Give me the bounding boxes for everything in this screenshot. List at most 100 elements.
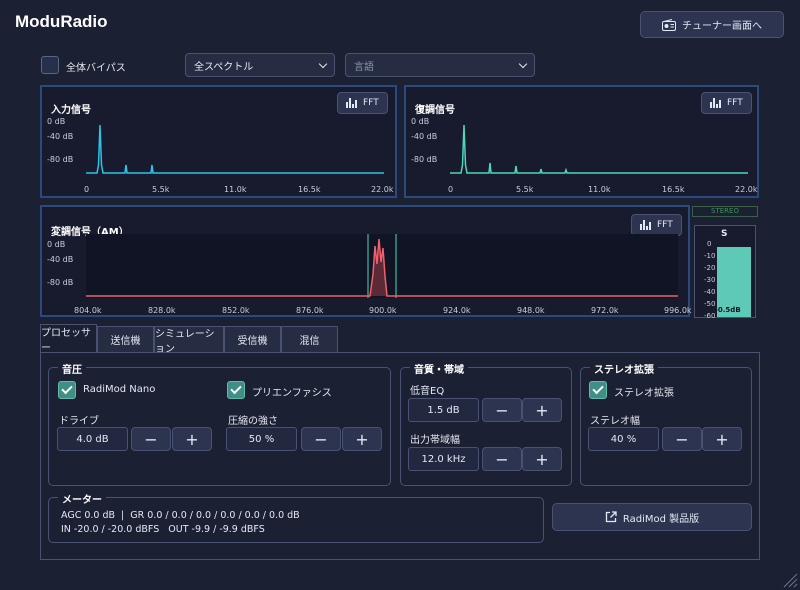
meters-readout-line-2: IN -20.0 / -20.0 dBFS OUT -9.9 / -9.9 dB… [61,524,265,535]
drive-increase-button[interactable]: + [172,427,212,451]
mod-fft-button[interactable]: FFT [631,214,682,236]
compression-group-title: 音圧 [58,361,86,376]
meter-scale-4: -40 [704,288,716,296]
tab-transmitter[interactable]: 送信機 [97,326,154,352]
radimod-product-button[interactable]: RadiMod 製品版 [552,503,752,531]
input-spectrum-trace [86,124,384,174]
tuner-button-label: チューナー画面へ [682,21,762,32]
meter-scale-2: -20 [704,264,716,272]
stereo-width-label: ステレオ幅 [590,416,640,427]
output-x-label-1: 5.5k [516,185,534,194]
modulated-signal-panel: 変調信号（AM） FFT 0 dB -40 dB -80 dB 804.0k 8… [40,205,692,317]
input-y-label-1: -40 dB [47,132,74,141]
output-y-label-0: 0 dB [411,117,430,126]
bandwidth-decrease-button[interactable]: − [482,447,522,471]
chevron-down-icon [518,59,528,68]
input-x-label-3: 16.5k [298,185,321,194]
meters-readout-line-1: AGC 0.0 dB | GR 0.0 / 0.0 / 0.0 / 0.0 / … [61,510,300,521]
bar-chart-icon [640,220,651,230]
stereo-enhance-label: ステレオ拡張 [614,388,674,399]
nano-checkbox[interactable] [58,381,76,399]
tab-simulation[interactable]: シミュレーション [154,326,224,355]
strength-value-field[interactable]: 50 % [226,427,297,451]
strength-increase-button[interactable]: + [342,427,382,451]
output-y-label-2: -80 dB [411,155,438,164]
stereo-width-decrease-button[interactable]: − [662,427,702,451]
input-fft-button[interactable]: FFT [337,92,388,114]
meters-group-title: メーター [58,491,106,506]
bar-chart-icon [346,98,357,108]
spectrum-select-value: 全スペクトル [194,61,254,73]
input-x-label-0: 0 [84,185,90,194]
output-spectrum-plot [450,124,748,174]
output-x-label-2: 11.0k [588,185,611,194]
input-x-label-1: 5.5k [152,185,170,194]
stereo-group-title: ステレオ拡張 [590,361,658,376]
output-x-label-3: 16.5k [662,185,685,194]
output-x-label-4: 22.0k [735,185,758,194]
resize-grip-icon[interactable] [780,570,798,588]
bass-eq-increase-button[interactable]: + [522,398,562,422]
meter-scale-5: -50 [704,300,716,308]
mod-x-label-7: 972.0k [591,306,619,315]
bandwidth-field[interactable]: 12.0 kHz [408,447,479,471]
preemphasis-checkbox[interactable] [227,381,245,399]
external-link-icon [605,511,617,523]
input-y-label-0: 0 dB [47,117,66,126]
mod-x-label-0: 804.0k [74,306,102,315]
bass-eq-decrease-button[interactable]: − [482,398,522,422]
output-y-label-1: -40 dB [411,132,438,141]
mod-x-label-2: 852.0k [222,306,250,315]
preemphasis-label: プリエンファシス [252,388,332,399]
mod-x-label-8: 996.0k [664,306,692,315]
strength-label: 圧縮の強さ [228,416,278,427]
radio-icon [662,18,676,31]
bandwidth-label: 出力帯域幅 [410,435,460,446]
meter-scale-1: -10 [704,252,716,260]
meter-channel-label: S [721,229,728,239]
drive-decrease-button[interactable]: − [131,427,171,451]
stereo-badge: STEREO [692,206,758,217]
input-spectrum-plot [86,124,384,174]
input-fft-label: FFT [363,98,379,108]
meter-readout: -0.5dB [715,306,741,314]
stereo-meter: S 0 -10 -20 -30 -40 -50 -60 -0.5dB [694,225,756,320]
mod-x-label-1: 828.0k [148,306,176,315]
strength-decrease-button[interactable]: − [301,427,341,451]
output-panel-title: 復調信号 [415,105,455,116]
meter-scale-0: 0 [707,240,712,248]
output-signal-panel: 復調信号 FFT 0 dB -40 dB -80 dB 0 5.5k 11.0k… [404,85,759,198]
language-select[interactable]: 言語 [345,53,535,77]
stereo-width-increase-button[interactable]: + [702,427,742,451]
bypass-checkbox[interactable] [41,56,59,74]
drive-value-field[interactable]: 4.0 dB [57,427,128,451]
mod-x-label-6: 948.0k [517,306,545,315]
bandwidth-increase-button[interactable]: + [522,447,562,471]
output-fft-button[interactable]: FFT [701,92,752,114]
mod-y-label-1: -40 dB [47,255,74,264]
tab-interference[interactable]: 混信 [281,326,338,352]
quality-group-title: 音質・帯域 [410,361,468,376]
bass-eq-field[interactable]: 1.5 dB [408,398,479,422]
language-select-placeholder: 言語 [354,61,374,73]
input-x-label-2: 11.0k [224,185,247,194]
spectrum-select[interactable]: 全スペクトル [185,53,335,77]
mod-x-label-3: 876.0k [296,306,324,315]
product-button-label: RadiMod 製品版 [622,513,700,525]
output-x-label-0: 0 [448,185,454,194]
nano-label: RadiMod Nano [83,384,156,395]
tuner-screen-button[interactable]: チューナー画面へ [640,11,784,38]
chevron-down-icon [318,59,328,68]
mod-x-label-5: 924.0k [443,306,471,315]
input-x-label-4: 22.0k [371,185,394,194]
bypass-label: 全体バイパス [66,63,126,74]
mod-spectrum-plot [86,234,678,298]
input-panel-title: 入力信号 [51,105,91,116]
bar-chart-icon [710,98,721,108]
stereo-enhance-checkbox[interactable] [589,381,607,399]
stereo-width-field[interactable]: 40 % [588,427,659,451]
tab-receiver[interactable]: 受信機 [224,326,281,352]
mod-x-label-4: 900.0k [369,306,397,315]
app-title: ModuRadio [15,12,108,31]
tab-processor[interactable]: プロセッサー [40,324,97,354]
